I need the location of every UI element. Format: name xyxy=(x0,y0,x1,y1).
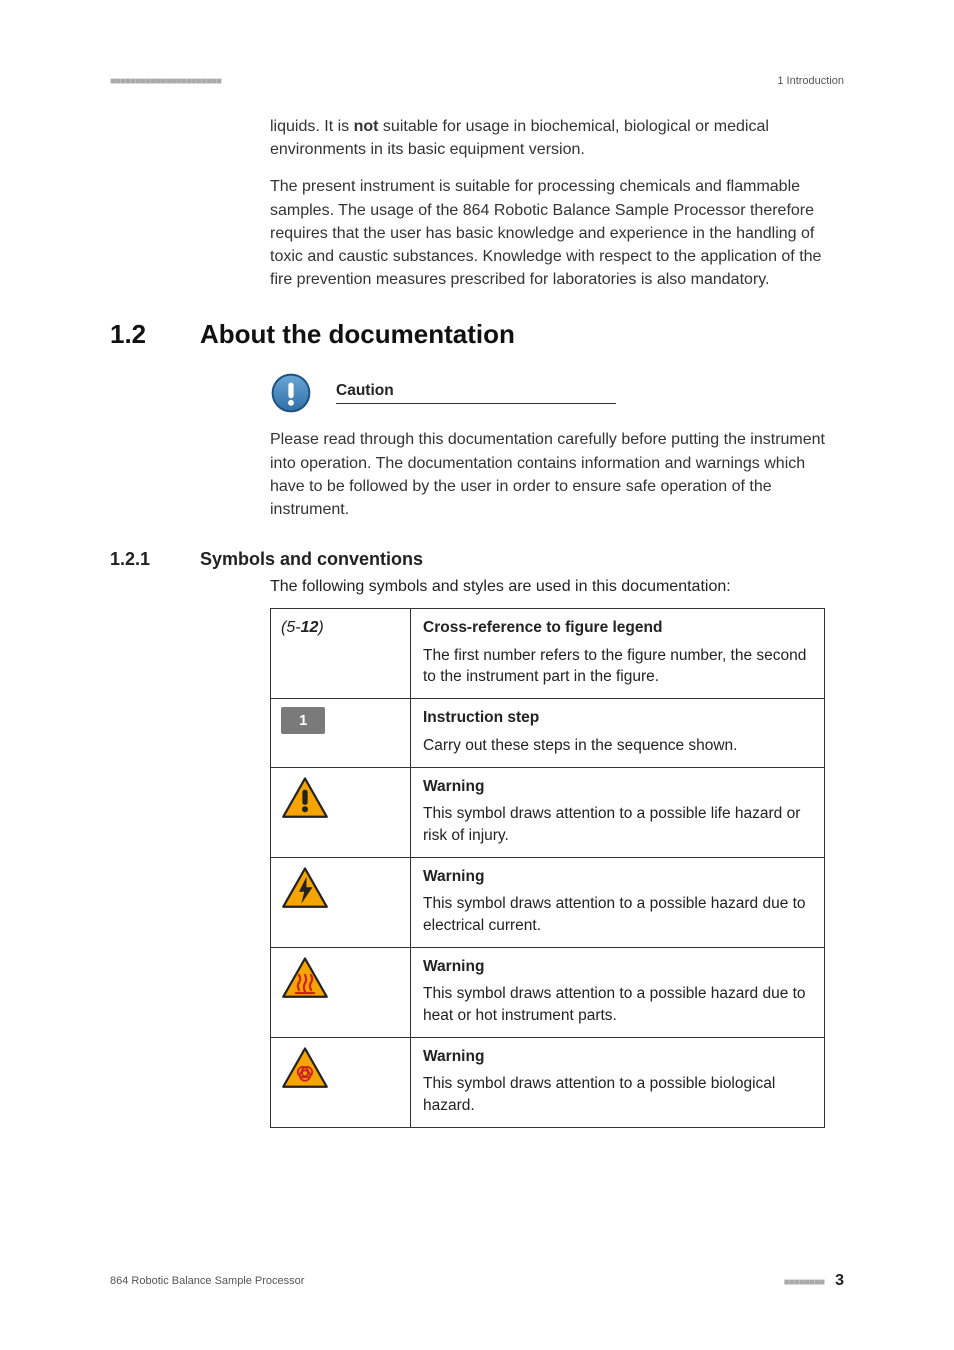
step-body: Carry out these steps in the sequence sh… xyxy=(423,735,812,757)
header-dashes: ■■■■■■■■■■■■■■■■■■■■■■ xyxy=(110,76,221,87)
warning-electrical-desc: Warning This symbol draws attention to a… xyxy=(411,857,825,947)
paragraph-2: The present instrument is suitable for p… xyxy=(270,175,834,291)
step-desc: Instruction step Carry out these steps i… xyxy=(411,699,825,767)
intro-paragraphs: liquids. It is not suitable for usage in… xyxy=(110,115,844,291)
warning-general-desc: Warning This symbol draws attention to a… xyxy=(411,767,825,857)
page-footer: 864 Robotic Balance Sample Processor ■■■… xyxy=(110,1272,844,1290)
step-cell: 1 xyxy=(271,699,411,767)
warning-biohazard-icon-cell xyxy=(271,1037,411,1127)
subsection-1-2-1-title: Symbols and conventions xyxy=(200,549,423,570)
warn4-body: This symbol draws attention to a possibl… xyxy=(423,1073,812,1116)
section-1-2-num: 1.2 xyxy=(110,319,200,350)
crossref-example: (5-12) xyxy=(281,619,324,636)
crossref-cell: (5-12) xyxy=(271,609,411,699)
crossref-c: ) xyxy=(318,619,323,636)
symbols-table: (5-12) Cross-reference to figure legend … xyxy=(270,608,825,1128)
p1-bold: not xyxy=(354,118,379,135)
caution-rule xyxy=(336,403,616,404)
crossref-desc: Cross-reference to figure legend The fir… xyxy=(411,609,825,699)
section-1-2-title: About the documentation xyxy=(200,319,515,350)
warn1-body: This symbol draws attention to a possibl… xyxy=(423,803,812,846)
warn3-head: Warning xyxy=(423,956,812,978)
table-row: Warning This symbol draws attention to a… xyxy=(271,857,825,947)
subsection-1-2-1-heading: 1.2.1 Symbols and conventions xyxy=(110,549,844,570)
caution-header: Caution xyxy=(270,372,834,414)
footer-page: 3 xyxy=(835,1272,844,1289)
symbols-intro: The following symbols and styles are use… xyxy=(110,578,844,596)
page-header: ■■■■■■■■■■■■■■■■■■■■■■ 1 Introduction xyxy=(110,75,844,87)
warn3-body: This symbol draws attention to a possibl… xyxy=(423,983,812,1026)
table-row: Warning This symbol draws attention to a… xyxy=(271,1037,825,1127)
caution-block: Caution Please read through this documen… xyxy=(110,372,844,521)
crossref-a: (5- xyxy=(281,619,301,636)
section-1-2-heading: 1.2 About the documentation xyxy=(110,319,844,350)
table-row: Warning This symbol draws attention to a… xyxy=(271,947,825,1037)
crossref-b: 12 xyxy=(301,619,319,636)
caution-title: Caution xyxy=(336,382,834,400)
step-badge: 1 xyxy=(281,707,325,734)
warning-biohazard-desc: Warning This symbol draws attention to a… xyxy=(411,1037,825,1127)
warning-general-icon-cell xyxy=(271,767,411,857)
warning-biohazard-icon xyxy=(281,1046,329,1090)
table-row: 1 Instruction step Carry out these steps… xyxy=(271,699,825,767)
table-row: Warning This symbol draws attention to a… xyxy=(271,767,825,857)
step-head: Instruction step xyxy=(423,707,812,729)
warning-general-icon xyxy=(281,776,329,820)
warn2-head: Warning xyxy=(423,866,812,888)
warn4-head: Warning xyxy=(423,1046,812,1068)
paragraph-1: liquids. It is not suitable for usage in… xyxy=(270,115,834,161)
table-row: (5-12) Cross-reference to figure legend … xyxy=(271,609,825,699)
footer-right: ■■■■■■■■ 3 xyxy=(784,1272,844,1290)
subsection-1-2-1-num: 1.2.1 xyxy=(110,549,200,570)
warning-heat-icon xyxy=(281,956,329,1000)
caution-title-wrap: Caution xyxy=(336,382,834,404)
warning-electrical-icon-cell xyxy=(271,857,411,947)
caution-text: Please read through this documentation c… xyxy=(270,428,834,521)
footer-dashes: ■■■■■■■■ xyxy=(784,1277,824,1288)
warning-heat-icon-cell xyxy=(271,947,411,1037)
crossref-body: The first number refers to the figure nu… xyxy=(423,645,812,688)
header-chapter: 1 Introduction xyxy=(777,75,844,87)
warn2-body: This symbol draws attention to a possibl… xyxy=(423,893,812,936)
footer-product: 864 Robotic Balance Sample Processor xyxy=(110,1275,304,1287)
caution-icon xyxy=(270,372,312,414)
warning-heat-desc: Warning This symbol draws attention to a… xyxy=(411,947,825,1037)
crossref-head: Cross-reference to figure legend xyxy=(423,617,812,639)
warn1-head: Warning xyxy=(423,776,812,798)
warning-electrical-icon xyxy=(281,866,329,910)
p1-lead: liquids. It is xyxy=(270,118,354,135)
